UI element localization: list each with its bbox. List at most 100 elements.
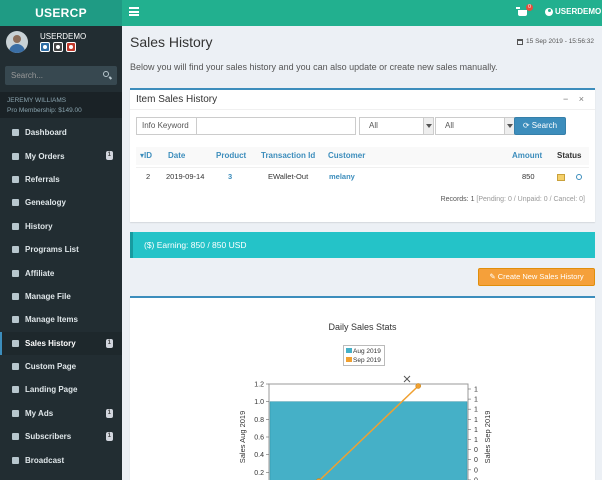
sidebar-item-label: Custom Page <box>25 362 77 372</box>
create-button-label: Create New Sales History <box>497 272 584 281</box>
right-tick-label: 0 <box>474 467 478 474</box>
cart-icon[interactable]: 0 <box>516 4 533 19</box>
count-badge: 1 <box>105 408 113 418</box>
chevron-down-icon <box>423 118 433 134</box>
count-badge: 1 <box>105 151 113 161</box>
keyword-input[interactable] <box>197 117 356 135</box>
row-date: 2019-09-14 <box>166 172 205 181</box>
date-text: 15 Sep 2019 - 15:56:32 <box>526 38 594 45</box>
sidebar-item-landing-page[interactable]: Landing Page <box>0 378 122 401</box>
left-tick-label: 0.2 <box>254 470 264 477</box>
sidebar-item-label: My Orders <box>25 151 65 161</box>
view-icon[interactable] <box>576 168 582 186</box>
cart-icon <box>12 152 19 160</box>
search-icon[interactable] <box>103 71 109 77</box>
sidebar-item-manage-items[interactable]: Manage Items <box>0 308 122 331</box>
calendar-icon <box>517 38 524 45</box>
right-tick-label: 0 <box>474 457 478 464</box>
sidebar-item-label: Sales History <box>25 338 76 348</box>
envelope-icon <box>56 45 60 49</box>
sidebar-item-history[interactable]: History <box>0 215 122 238</box>
sidebar-item-label: Referrals <box>25 174 60 184</box>
sidebar-item-label: Dashboard <box>25 128 67 138</box>
profile-button[interactable] <box>40 42 50 52</box>
top-navbar: 0 USERDEMO <box>122 0 602 26</box>
left-tick-label: 1.0 <box>254 399 264 406</box>
select-value: All <box>445 121 454 130</box>
topbar-username: USERDEMO <box>555 7 602 16</box>
sidebar-item-sales-history[interactable]: Sales History 1 <box>0 331 122 355</box>
left-tick-label: 1.2 <box>254 382 264 389</box>
sidebar-item-label: Manage Items <box>25 315 78 325</box>
page-title: Sales History <box>130 34 213 50</box>
table-row: 2 2019-09-14 3 EWallet-Out melany 850 <box>136 167 589 185</box>
brand-logo[interactable]: USERCP <box>0 0 122 26</box>
sidebar-item-label: History <box>25 221 53 231</box>
select-value: All <box>369 121 378 130</box>
sidebar-item-my-ads[interactable]: My Ads 1 <box>0 402 122 425</box>
sidebar-item-manage-file[interactable]: Manage File <box>0 285 122 308</box>
left-tick-label: 0.8 <box>254 417 264 424</box>
col-amount[interactable]: Amount <box>512 147 542 165</box>
row-amount: 850 <box>522 172 535 181</box>
records-detail: [Pending: 0 / Unpaid: 0 / Cancel: 0] <box>476 196 585 203</box>
col-customer[interactable]: Customer <box>328 147 365 165</box>
box-title: Item Sales History <box>136 94 218 105</box>
right-tick-label: 1 <box>474 407 478 414</box>
messages-button[interactable] <box>53 42 63 52</box>
menu-toggle-icon[interactable] <box>129 7 139 16</box>
count-badge: 1 <box>105 338 113 348</box>
sidebar-item-subscribers[interactable]: Subscribers 1 <box>0 425 122 448</box>
gear-icon <box>12 409 19 417</box>
users-icon <box>12 269 19 277</box>
point-sep-2019 <box>415 383 421 389</box>
member-name: JEREMY WILLIAMS <box>7 97 67 104</box>
col-date[interactable]: Date <box>168 147 185 165</box>
box-tools[interactable]: − × <box>563 94 588 104</box>
membership-level: Pro Membership: $149.00 <box>7 107 82 114</box>
search-button[interactable]: ⟳ Search <box>514 117 566 135</box>
daily-sales-chart-box: Daily Sales Stats Aug 2019 Sep 2019 0.00… <box>130 296 595 480</box>
col-product[interactable]: Product <box>216 147 246 165</box>
edit-icon[interactable] <box>557 168 565 186</box>
sidebar-item-dashboard[interactable]: Dashboard <box>0 121 122 144</box>
table-header: ▾ID Date Product Transaction Id Customer… <box>136 147 589 165</box>
row-product[interactable]: 3 <box>228 168 232 186</box>
create-sales-history-button[interactable]: ✎ Create New Sales History <box>478 268 595 286</box>
right-tick-label: 1 <box>474 427 478 434</box>
cart-badge: 0 <box>526 4 533 11</box>
filter-select-2[interactable]: All <box>435 117 515 135</box>
users-icon <box>12 175 19 183</box>
sidebar-search-input[interactable]: Search... <box>5 66 117 85</box>
sidebar-item-referrals[interactable]: Referrals <box>0 168 122 191</box>
y-axis-label-right: Sales Sep 2019 <box>483 411 492 464</box>
sales-chart: 0.00.20.40.60.81.01.200000111111Sales Au… <box>238 375 492 480</box>
page-icon <box>12 363 19 371</box>
sidebar-item-my-orders[interactable]: My Orders 1 <box>0 144 122 167</box>
pan-icon[interactable] <box>403 375 411 383</box>
dashboard-icon <box>12 129 19 137</box>
right-tick-label: 1 <box>474 397 478 404</box>
sidebar-item-affiliate[interactable]: Affiliate <box>0 261 122 284</box>
user-circle-icon <box>545 7 553 16</box>
sidebar-item-genealogy[interactable]: Genealogy <box>0 191 122 214</box>
sidebar-item-custom-page[interactable]: Custom Page <box>0 355 122 378</box>
sidebar-item-programs-list[interactable]: Programs List <box>0 238 122 261</box>
file-icon <box>12 292 19 300</box>
col-id[interactable]: ▾ID <box>140 147 152 165</box>
sidebar-item-label: Programs List <box>25 245 79 255</box>
folder-icon <box>12 316 19 324</box>
sidebar-item-broadcast[interactable]: Broadcast <box>0 448 122 471</box>
filter-select-1[interactable]: All <box>359 117 434 135</box>
logout-button[interactable] <box>66 42 76 52</box>
chevron-down-icon <box>504 118 514 134</box>
sidebar-item-label: Landing Page <box>25 385 78 395</box>
left-tick-label: 0.4 <box>254 452 264 459</box>
grid-icon <box>12 433 19 441</box>
user-menu[interactable]: USERDEMO <box>545 7 601 16</box>
col-status: Status <box>557 151 582 160</box>
page-date: 15 Sep 2019 - 15:56:32 <box>517 38 594 45</box>
col-transaction[interactable]: Transaction Id <box>261 147 315 165</box>
earning-banner: ($) Earning: 850 / 850 USD <box>130 232 595 258</box>
row-customer[interactable]: melany <box>329 168 355 186</box>
